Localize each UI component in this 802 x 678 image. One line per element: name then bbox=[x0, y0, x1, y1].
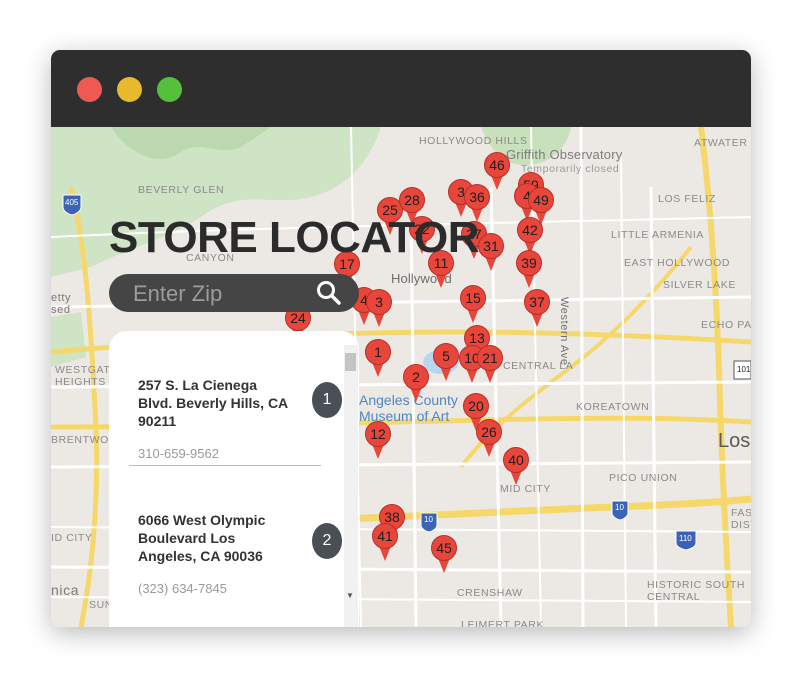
map-label-griffith: Griffith Observatory bbox=[506, 147, 623, 162]
store-map-marker[interactable]: 5 bbox=[433, 343, 459, 381]
map-label-atwater: ATWATER VILLAGE bbox=[694, 137, 751, 149]
map-label-pico-union: PICO UNION bbox=[609, 472, 678, 484]
store-map-marker[interactable]: 31 bbox=[478, 233, 504, 271]
browser-window: HOLLYWOOD HILLS Griffith Observatory Tem… bbox=[51, 50, 751, 627]
store-list-item[interactable]: 257 S. La Cienega Blvd. Beverly Hills, C… bbox=[138, 376, 358, 461]
map-label-beverly-glen: BEVERLY GLEN bbox=[138, 184, 225, 196]
store-map-marker[interactable]: 15 bbox=[460, 285, 486, 323]
highway-10-shield: 10 bbox=[424, 515, 433, 524]
store-map-marker[interactable]: 39 bbox=[516, 250, 542, 288]
map-label-los-feliz: LOS FELIZ bbox=[658, 193, 716, 205]
store-map-marker[interactable]: 37 bbox=[524, 289, 550, 327]
highway-405-shield: 405 bbox=[65, 198, 79, 207]
store-map-marker[interactable]: 41 bbox=[372, 523, 398, 561]
map-label-silver-lake: SILVER LAKE bbox=[663, 279, 736, 291]
search-icon[interactable] bbox=[315, 279, 343, 307]
store-address: 6066 West Olympic Boulevard Los Angeles,… bbox=[138, 512, 266, 564]
store-list-panel[interactable]: 257 S. La Cienega Blvd. Beverly Hills, C… bbox=[109, 331, 359, 627]
store-address: 257 S. La Cienega Blvd. Beverly Hills, C… bbox=[138, 377, 288, 429]
minimize-window-button[interactable] bbox=[117, 77, 142, 102]
store-map-marker[interactable]: 40 bbox=[503, 447, 529, 485]
highway-10-shield-east: 10 bbox=[615, 503, 624, 512]
title-bar bbox=[51, 50, 751, 127]
store-map-marker[interactable]: 45 bbox=[431, 535, 457, 573]
map-label-fas: FAS DIST bbox=[731, 507, 751, 531]
map-label-los: Los bbox=[718, 430, 751, 452]
store-number-badge: 1 bbox=[312, 382, 342, 418]
map-label-central-la: CENTRAL LA bbox=[503, 360, 574, 372]
map-label-echo-park: ECHO PAR bbox=[701, 319, 751, 331]
store-map-marker[interactable]: 2 bbox=[403, 364, 429, 402]
map-label-leimert: LEIMERT PARK bbox=[461, 619, 545, 627]
store-map-marker[interactable]: 1 bbox=[365, 339, 391, 377]
store-map-marker[interactable]: 21 bbox=[477, 345, 503, 383]
maximize-window-button[interactable] bbox=[157, 77, 182, 102]
store-map-marker[interactable]: 12 bbox=[365, 421, 391, 459]
close-window-button[interactable] bbox=[77, 77, 102, 102]
map-label-id-city: ID CITY bbox=[51, 532, 93, 544]
store-list-scrollbar[interactable] bbox=[344, 345, 358, 627]
store-divider bbox=[129, 465, 321, 466]
map-label-hollywood-hills: HOLLYWOOD HILLS bbox=[419, 135, 528, 147]
highway-110-shield: 110 bbox=[679, 534, 692, 543]
store-list-item[interactable]: 6066 West Olympic Boulevard Los Angeles,… bbox=[138, 511, 358, 596]
map-label-koreatown: KOREATOWN bbox=[576, 401, 650, 413]
zip-search-bar bbox=[109, 274, 359, 312]
map-label-brentwood: BRENTWOO bbox=[51, 434, 118, 446]
map-label-historic: HISTORIC SOUTH CENTRAL bbox=[647, 579, 746, 603]
map-label-western-ave: Western Ave bbox=[558, 297, 570, 366]
scroll-down-arrow-icon[interactable]: ▼ bbox=[346, 591, 354, 600]
highway-101-shield: 101 bbox=[737, 365, 751, 374]
store-map[interactable]: HOLLYWOOD HILLS Griffith Observatory Tem… bbox=[51, 127, 751, 627]
zip-search-input[interactable] bbox=[131, 280, 315, 308]
store-phone[interactable]: (323) 634-7845 bbox=[138, 581, 358, 596]
map-label-little-armenia: LITTLE ARMENIA bbox=[611, 229, 705, 241]
map-label-crenshaw: CRENSHAW bbox=[457, 587, 523, 599]
store-number-badge: 2 bbox=[312, 523, 342, 559]
map-label-nica: nica bbox=[51, 582, 80, 598]
map-label-getty: etty sed bbox=[51, 292, 72, 316]
store-map-marker[interactable]: 3 bbox=[366, 289, 392, 327]
map-label-east-hollywood: EAST HOLLYWOOD bbox=[624, 257, 731, 269]
store-phone[interactable]: 310-659-9562 bbox=[138, 446, 358, 461]
map-label-westgate: WESTGAT HEIGHTS bbox=[55, 364, 111, 388]
store-map-marker[interactable]: 26 bbox=[476, 419, 502, 457]
page-title: STORE LOCATOR bbox=[109, 213, 479, 262]
scrollbar-thumb[interactable] bbox=[345, 353, 356, 371]
